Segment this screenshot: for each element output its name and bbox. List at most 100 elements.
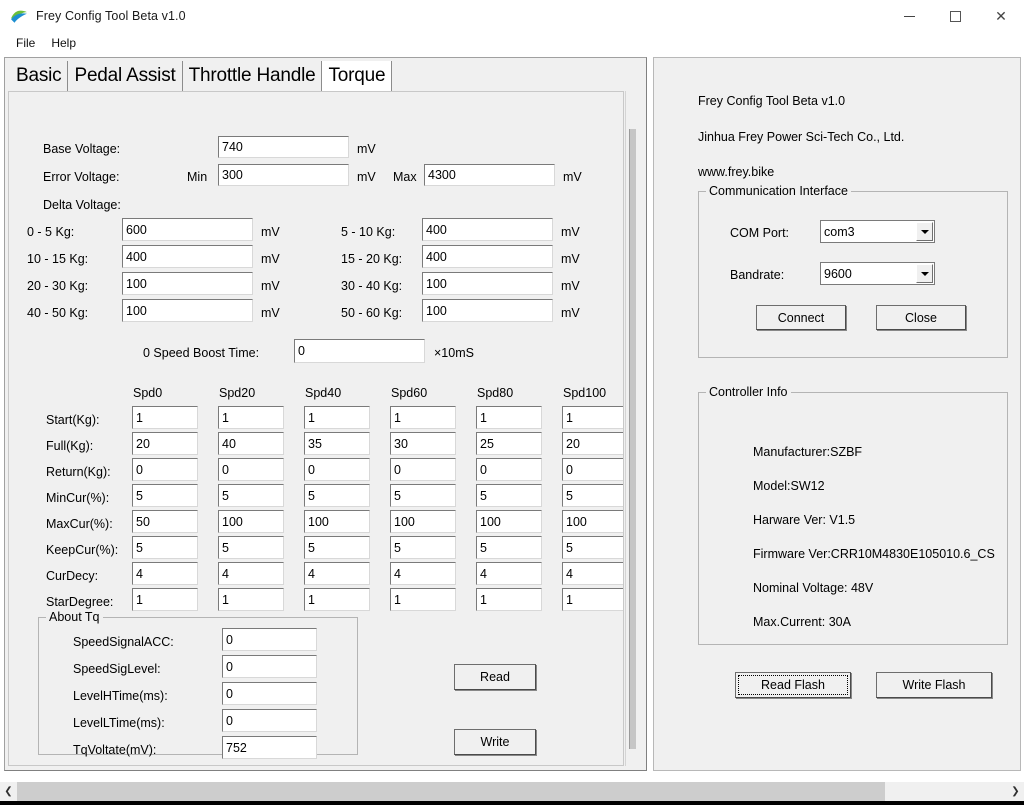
- grid-cell-maxcur-spd100[interactable]: 100: [562, 510, 623, 533]
- grid-cell-curdecy-spd40[interactable]: 4: [304, 562, 370, 585]
- grid-cell-stardegree-spd100[interactable]: 1: [562, 588, 623, 611]
- grid-cell-full-spd40[interactable]: 35: [304, 432, 370, 455]
- grid-cell-return-spd60[interactable]: 0: [390, 458, 456, 481]
- grid-cell-maxcur-spd0[interactable]: 50: [132, 510, 198, 533]
- grid-cell-start-spd80[interactable]: 1: [476, 406, 542, 429]
- grid-cell-mincur-spd80[interactable]: 5: [476, 484, 542, 507]
- connect-button[interactable]: Connect: [756, 305, 846, 330]
- tab-page-vertical-scrollbar[interactable]: [625, 91, 643, 766]
- grid-cell-full-spd100[interactable]: 20: [562, 432, 623, 455]
- grid-cell-start-spd0[interactable]: 1: [132, 406, 198, 429]
- tqvoltate-label: TqVoltate(mV):: [73, 743, 157, 757]
- grid-cell-full-spd80[interactable]: 25: [476, 432, 542, 455]
- grid-cell-return-spd0[interactable]: 0: [132, 458, 198, 481]
- grid-cell-keepcur-spd40[interactable]: 5: [304, 536, 370, 559]
- grid-cell-curdecy-spd100[interactable]: 4: [562, 562, 623, 585]
- grid-cell-keepcur-spd80[interactable]: 5: [476, 536, 542, 559]
- grid-cell-curdecy-spd20[interactable]: 4: [218, 562, 284, 585]
- base-voltage-input[interactable]: 740: [218, 136, 349, 158]
- delta-row-0-left-input[interactable]: 600: [122, 218, 253, 241]
- write-button[interactable]: Write: [454, 729, 536, 755]
- grid-cell-curdecy-spd60[interactable]: 4: [390, 562, 456, 585]
- close-icon: ✕: [995, 8, 1007, 24]
- about-tq-title: About Tq: [46, 610, 103, 624]
- grid-cell-full-spd0[interactable]: 20: [132, 432, 198, 455]
- grid-cell-return-spd40[interactable]: 0: [304, 458, 370, 481]
- levelltime-input[interactable]: 0: [222, 709, 317, 732]
- horizontal-scrollbar[interactable]: ❮ ❯: [0, 782, 1024, 801]
- grid-cell-start-spd20[interactable]: 1: [218, 406, 284, 429]
- error-max-input[interactable]: 4300: [424, 164, 555, 186]
- speedsignalacc-input[interactable]: 0: [222, 628, 317, 651]
- close-connection-button[interactable]: Close: [876, 305, 966, 330]
- controller-info-group: Controller Info Manufacturer:SZBF Model:…: [698, 385, 1008, 645]
- grid-cell-mincur-spd60[interactable]: 5: [390, 484, 456, 507]
- error-min-input[interactable]: 300: [218, 164, 349, 186]
- delta-row-2-left-input[interactable]: 100: [122, 272, 253, 295]
- grid-cell-return-spd100[interactable]: 0: [562, 458, 623, 481]
- bandrate-select[interactable]: 9600: [820, 262, 935, 285]
- write-flash-button[interactable]: Write Flash: [876, 672, 992, 698]
- grid-cell-full-spd20[interactable]: 40: [218, 432, 284, 455]
- grid-cell-start-spd40[interactable]: 1: [304, 406, 370, 429]
- menu-item-help[interactable]: Help: [43, 34, 84, 52]
- tab-torque[interactable]: Torque: [322, 61, 393, 91]
- grid-cell-curdecy-spd80[interactable]: 4: [476, 562, 542, 585]
- levelhtime-input[interactable]: 0: [222, 682, 317, 705]
- grid-cell-keepcur-spd60[interactable]: 5: [390, 536, 456, 559]
- grid-cell-keepcur-spd0[interactable]: 5: [132, 536, 198, 559]
- maximize-button[interactable]: [932, 0, 978, 32]
- grid-cell-mincur-spd100[interactable]: 5: [562, 484, 623, 507]
- tab-pedal-assist[interactable]: Pedal Assist: [68, 61, 183, 91]
- horizontal-scrollbar-track[interactable]: [17, 782, 1007, 801]
- delta-row-1-right-input[interactable]: 400: [422, 245, 553, 268]
- bandrate-dropdown-arrow[interactable]: [916, 264, 933, 283]
- delta-row-0-right-input[interactable]: 400: [422, 218, 553, 241]
- grid-cell-start-spd60[interactable]: 1: [390, 406, 456, 429]
- grid-cell-mincur-spd20[interactable]: 5: [218, 484, 284, 507]
- minimize-button[interactable]: [886, 0, 932, 32]
- grid-col-header-spd60: Spd60: [391, 386, 428, 400]
- tab-throttle-handle[interactable]: Throttle Handle: [182, 61, 323, 91]
- grid-row-label-mincur: MinCur(%):: [46, 491, 110, 505]
- delta-row-2-right-input[interactable]: 100: [422, 272, 553, 295]
- close-button[interactable]: ✕: [978, 0, 1024, 32]
- menu-item-file[interactable]: File: [8, 34, 43, 52]
- grid-cell-maxcur-spd40[interactable]: 100: [304, 510, 370, 533]
- grid-cell-stardegree-spd0[interactable]: 1: [132, 588, 198, 611]
- grid-cell-maxcur-spd80[interactable]: 100: [476, 510, 542, 533]
- delta-row-1-left-input[interactable]: 400: [122, 245, 253, 268]
- grid-cell-stardegree-spd80[interactable]: 1: [476, 588, 542, 611]
- grid-cell-maxcur-spd60[interactable]: 100: [390, 510, 456, 533]
- horizontal-scrollbar-thumb[interactable]: [17, 782, 885, 801]
- grid-cell-curdecy-spd0[interactable]: 4: [132, 562, 198, 585]
- grid-cell-start-spd100[interactable]: 1: [562, 406, 623, 429]
- scroll-right-button[interactable]: ❯: [1007, 782, 1024, 801]
- read-flash-button[interactable]: Read Flash: [735, 672, 851, 698]
- boost-time-input[interactable]: 0: [294, 339, 425, 363]
- grid-cell-keepcur-spd100[interactable]: 5: [562, 536, 623, 559]
- boost-time-unit: ×10mS: [434, 346, 474, 360]
- grid-cell-return-spd80[interactable]: 0: [476, 458, 542, 481]
- grid-cell-stardegree-spd60[interactable]: 1: [390, 588, 456, 611]
- vertical-scrollbar-thumb[interactable]: [629, 129, 636, 749]
- speedsiglevel-input[interactable]: 0: [222, 655, 317, 678]
- bandrate-label: Bandrate:: [730, 268, 785, 282]
- grid-cell-full-spd60[interactable]: 30: [390, 432, 456, 455]
- tab-basic[interactable]: Basic: [8, 61, 69, 91]
- delta-row-3-right-input[interactable]: 100: [422, 299, 553, 322]
- grid-cell-return-spd20[interactable]: 0: [218, 458, 284, 481]
- grid-cell-maxcur-spd20[interactable]: 100: [218, 510, 284, 533]
- scroll-left-button[interactable]: ❮: [0, 782, 17, 801]
- com-port-dropdown-arrow[interactable]: [916, 222, 933, 241]
- delta-row-3-left-input[interactable]: 100: [122, 299, 253, 322]
- grid-cell-mincur-spd40[interactable]: 5: [304, 484, 370, 507]
- grid-cell-keepcur-spd20[interactable]: 5: [218, 536, 284, 559]
- com-port-select[interactable]: com3: [820, 220, 935, 243]
- read-button[interactable]: Read: [454, 664, 536, 690]
- grid-cell-stardegree-spd20[interactable]: 1: [218, 588, 284, 611]
- grid-cell-stardegree-spd40[interactable]: 1: [304, 588, 370, 611]
- tqvoltate-input[interactable]: 752: [222, 736, 317, 759]
- error-min-label: Min: [187, 170, 208, 184]
- grid-cell-mincur-spd0[interactable]: 5: [132, 484, 198, 507]
